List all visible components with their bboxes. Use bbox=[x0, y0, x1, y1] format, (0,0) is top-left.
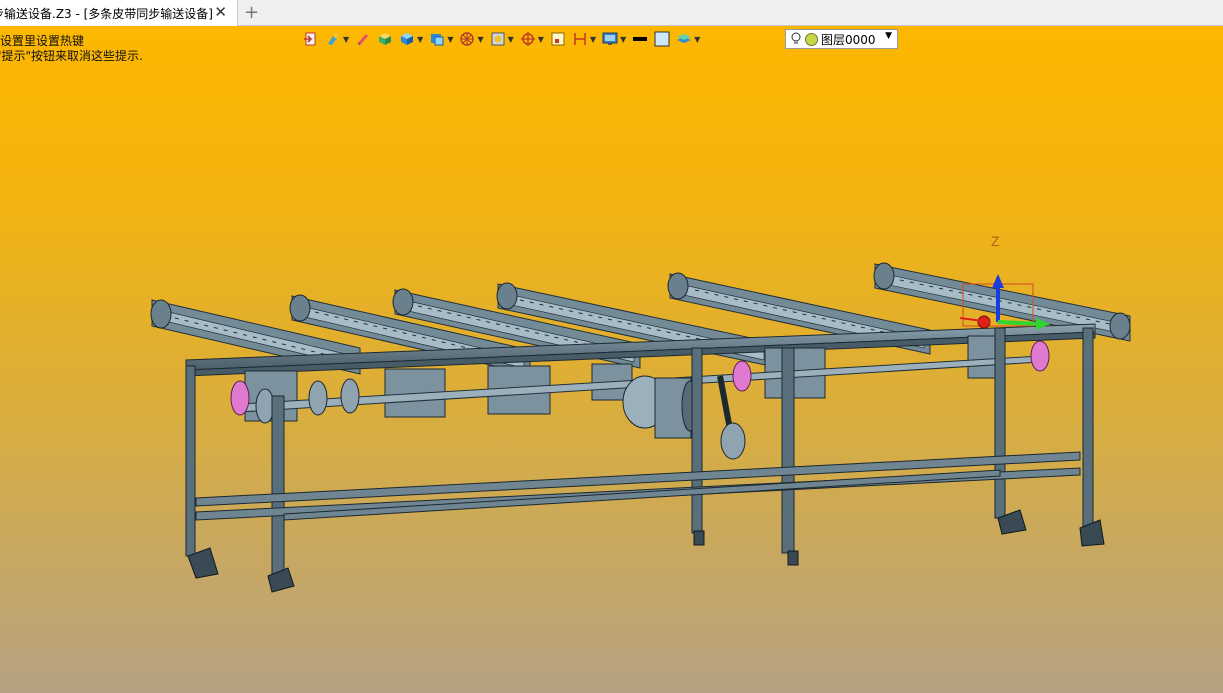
close-icon[interactable]: ✕ bbox=[214, 3, 227, 21]
frame-lower-rails[interactable] bbox=[195, 451, 1081, 521]
new-tab-button[interactable]: + bbox=[244, 2, 259, 23]
z-axis-label: Z bbox=[991, 233, 1000, 249]
tab-title: 步输送设备.Z3 - [多条皮带同步输送设备] bbox=[0, 6, 213, 21]
3d-viewport[interactable]: ¦设置里设置热键 "提示"按钮来取消这些提示. ▼ ▼ ▼ ▼ ▼ ▼ ▼ ▼ … bbox=[0, 26, 1223, 693]
tab-bar: 步输送设备.Z3 - [多条皮带同步输送设备] ✕ + bbox=[0, 0, 1223, 26]
frame-feet bbox=[187, 509, 1105, 593]
conveyor-model[interactable]: Z bbox=[0, 26, 1223, 693]
document-tab[interactable]: 步输送设备.Z3 - [多条皮带同步输送设备] ✕ bbox=[0, 0, 238, 26]
gear-motor[interactable] bbox=[622, 375, 746, 460]
